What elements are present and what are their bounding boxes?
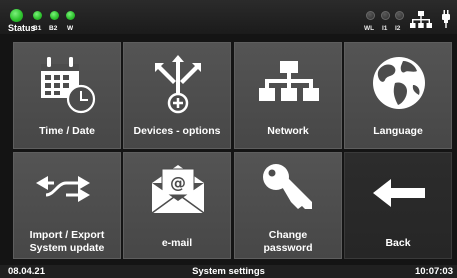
tile-import-export[interactable]: Import / Export System update [13,152,121,259]
tile-time-date-label: Time / Date [39,125,95,137]
b2-indicator-icon [50,11,59,20]
wl-indicator-icon [366,11,375,20]
tile-language[interactable]: Language [344,42,452,149]
key-icon [263,164,312,209]
tile-network[interactable]: Network [234,42,342,149]
tile-change-password[interactable]: Change password [234,152,342,259]
b1-indicator-icon [33,11,42,20]
back-button-label: Back [385,237,411,249]
tile-import-export-label-line1: Import / Export [29,229,105,241]
w-indicator-icon [66,11,75,20]
status-indicator-icon [10,9,23,22]
status-bar: Status B1 B2 W WL I1 I2 [0,0,457,34]
tile-import-export-label: Import / Export System update [14,229,120,255]
tile-change-password-label-line1: Change [268,229,308,241]
network-status-icon [410,11,432,28]
tile-language-label: Language [373,125,423,137]
branch-arrows-plus-icon [155,55,201,114]
globe-icon [373,57,425,109]
i2-label: I2 [395,25,401,32]
tile-devices-options-label: Devices - options [133,125,221,137]
i1-indicator-icon [381,11,390,20]
status-label: Status [8,23,36,33]
tile-network-label: Network [267,125,309,137]
swap-arrows-icon [36,176,90,202]
b1-label: B1 [33,25,42,32]
tile-email-label: e-mail [161,237,193,249]
network-tree-icon [259,61,319,101]
tile-email[interactable]: @ e-mail [123,152,231,259]
footer-title: System settings [192,266,265,277]
envelope-icon: @ [151,165,205,214]
wl-label: WL [364,25,375,32]
arrow-left-icon [373,179,425,207]
i2-indicator-icon [395,11,404,20]
footer-bar: 08.04.21 System settings 10:07:03 [0,265,457,278]
back-button[interactable]: Back [344,152,452,259]
tile-devices-options[interactable]: Devices - options [123,42,231,149]
usb-plug-icon [442,10,450,28]
svg-text:@: @ [170,173,186,192]
tile-time-date[interactable]: Time / Date [13,42,121,149]
tile-change-password-label-line2: password [263,242,313,254]
footer-time: 10:07:03 [414,266,453,277]
w-label: W [67,25,74,32]
calendar-clock-icon [41,57,96,114]
tile-import-export-label-line2: System update [29,242,105,254]
i1-label: I1 [382,25,388,32]
b2-label: B2 [49,25,58,32]
tile-change-password-label: Change password [235,229,341,255]
